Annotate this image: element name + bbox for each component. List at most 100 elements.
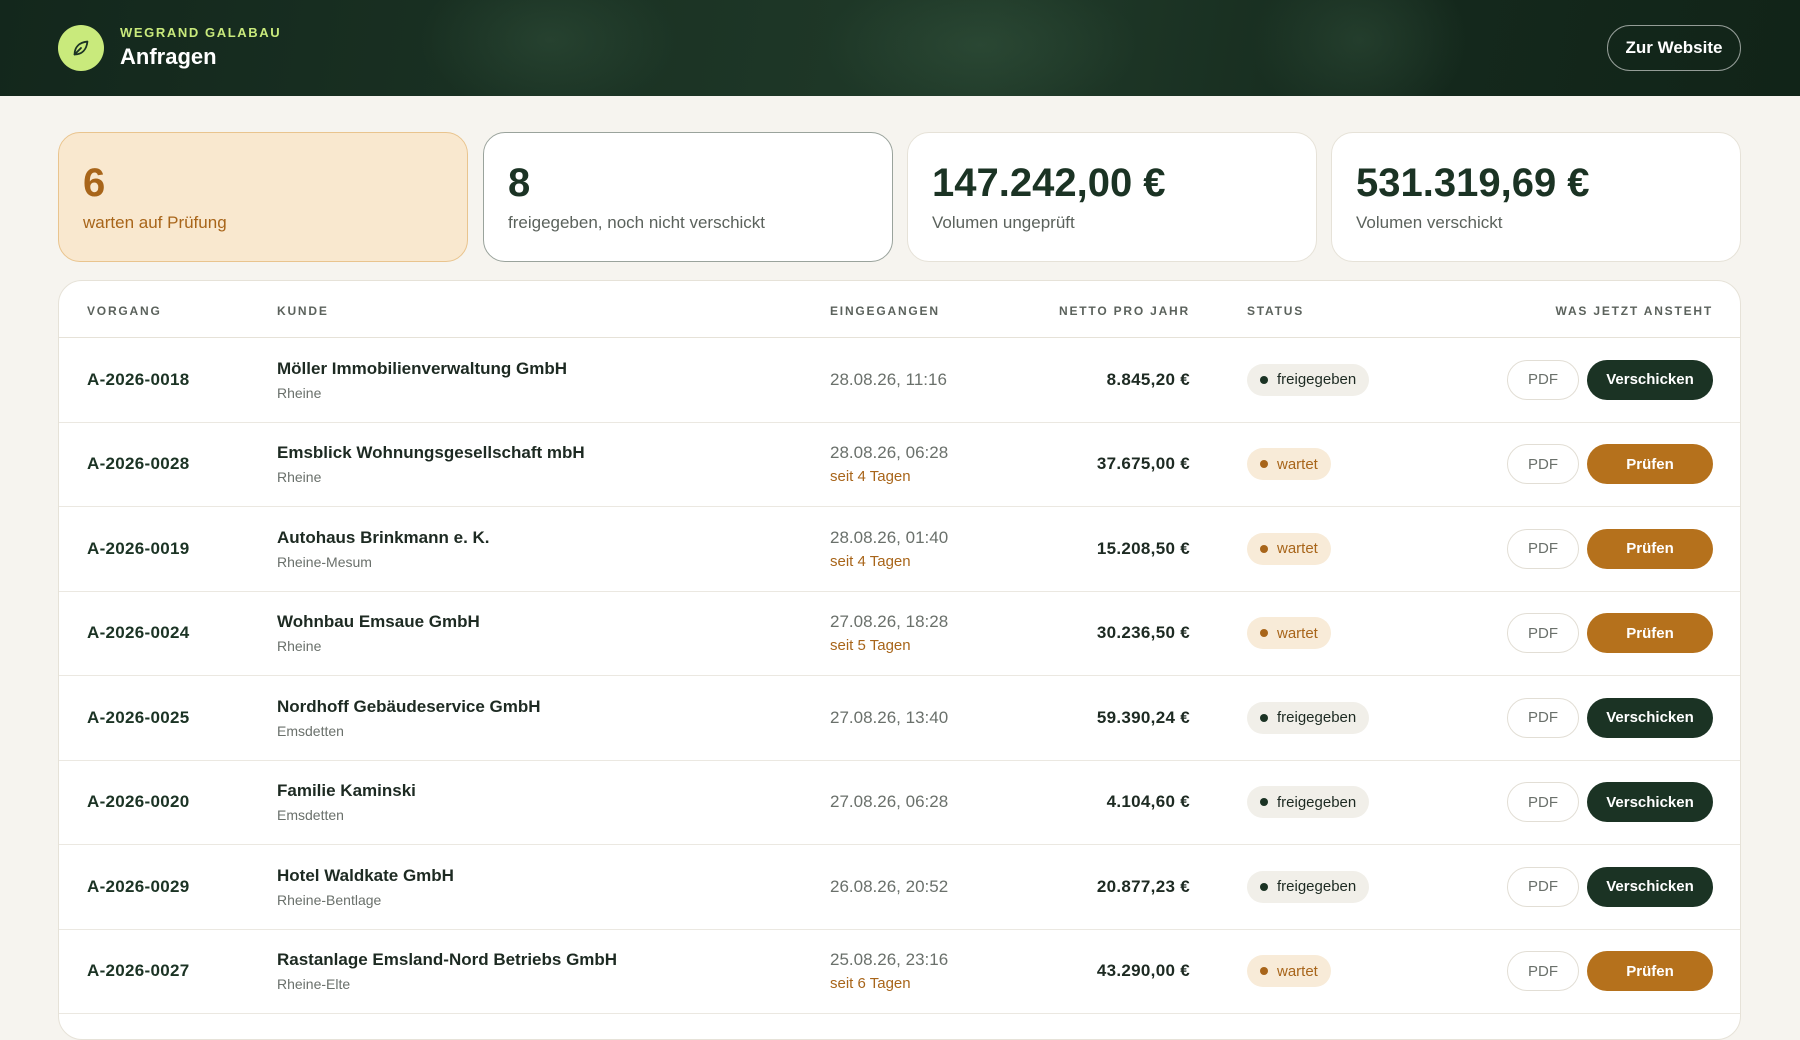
stat-label: Volumen ungeprüft [932, 213, 1075, 232]
pdf-button[interactable]: PDF [1507, 951, 1579, 992]
table-row[interactable]: A-2026-0027 Rastanlage Emsland-Nord Betri… [59, 930, 1740, 1014]
customer-name: Wohnbau Emsaue GmbH [277, 612, 480, 632]
actions-cell: PDF Verschicken [1507, 761, 1713, 845]
received-cell: 28.08.26, 01:40 seit 4 Tagen [830, 507, 948, 591]
request-id[interactable]: A-2026-0020 [87, 761, 190, 845]
net-amount: 8.845,20 € [1106, 369, 1190, 389]
waiting-since: seit 4 Tagen [830, 552, 911, 570]
net-amount: 4.104,60 € [1106, 792, 1190, 812]
website-button[interactable]: Zur Website [1607, 25, 1741, 71]
column-header-status[interactable]: STATUS [1247, 304, 1304, 318]
customer-name: Emsblick Wohnungsgesellschaft mbH [277, 443, 585, 463]
customer-cell: Rastanlage Emsland-Nord Betriebs GmbH Rhe… [277, 930, 617, 1014]
check-button[interactable]: Prüfen [1587, 613, 1713, 654]
column-header-kunde[interactable]: KUNDE [277, 304, 329, 318]
table-row[interactable]: A-2026-0024 Wohnbau Emsaue GmbH Rheine 27.0… [59, 592, 1740, 676]
request-id[interactable]: A-2026-0028 [87, 423, 190, 507]
request-id[interactable]: A-2026-0019 [87, 507, 190, 591]
status-badge: freigegeben [1247, 363, 1370, 396]
request-id[interactable]: A-2026-0018 [87, 338, 190, 422]
status-badge: wartet [1247, 955, 1331, 988]
request-id[interactable]: A-2026-0029 [87, 845, 190, 929]
received-cell: 27.08.26, 18:28 seit 5 Tagen [830, 592, 948, 676]
pdf-button[interactable]: PDF [1507, 528, 1579, 569]
page-title: Anfragen [120, 44, 217, 69]
status-text: freigegeben [1277, 793, 1357, 811]
actions-cell: PDF Prüfen [1507, 507, 1713, 591]
column-header-aktion: WAS JETZT ANSTEHT [1555, 304, 1713, 318]
stat-card-approved[interactable]: 8 freigegeben, noch nicht verschickt [483, 132, 893, 262]
send-button[interactable]: Verschicken [1587, 697, 1713, 738]
customer-location: Rheine-Bentlage [277, 891, 382, 908]
request-id[interactable]: A-2026-0025 [87, 676, 190, 760]
status-text: wartet [1277, 624, 1318, 642]
send-button[interactable]: Verschicken [1587, 782, 1713, 823]
actions-cell: PDF Prüfen [1507, 423, 1713, 507]
pdf-button[interactable]: PDF [1507, 613, 1579, 654]
top-header: WEGRAND GALABAU Anfragen Zur Website [0, 0, 1800, 96]
check-button[interactable]: Prüfen [1587, 528, 1713, 569]
stat-value: 531.319,69 € [1356, 161, 1590, 205]
status-cell: wartet [1247, 592, 1331, 676]
requests-table: VORGANG KUNDE EINGEGANGEN NETTO PRO JAHR… [58, 280, 1741, 1040]
status-dot-icon [1260, 967, 1268, 976]
table-row[interactable]: A-2026-0020 Familie Kaminski Emsdetten 27.0… [59, 761, 1740, 845]
net-amount: 15.208,50 € [1096, 538, 1190, 558]
status-text: freigegeben [1277, 709, 1357, 727]
customer-name: Nordhoff Gebäudeservice GmbH [277, 696, 541, 716]
send-button[interactable]: Verschicken [1587, 359, 1713, 400]
column-header-netto[interactable]: NETTO PRO JAHR [1059, 304, 1190, 318]
pdf-button[interactable]: PDF [1507, 697, 1579, 738]
status-cell: wartet [1247, 507, 1331, 591]
table-row[interactable]: A-2026-0025 Nordhoff Gebäudeservice GmbH E… [59, 676, 1740, 761]
table-row[interactable]: A-2026-0018 Möller Immobilienverwaltung G… [59, 338, 1740, 423]
customer-name: Familie Kaminski [277, 781, 416, 801]
status-text: wartet [1277, 455, 1318, 473]
status-dot-icon [1260, 882, 1268, 891]
customer-location: Rheine [277, 638, 322, 655]
net-amount: 43.290,00 € [1096, 961, 1190, 981]
leaf-icon[interactable] [58, 25, 104, 71]
status-dot-icon [1260, 798, 1268, 807]
actions-cell: PDF Verschicken [1507, 845, 1713, 929]
status-badge: wartet [1247, 617, 1331, 650]
customer-cell: Hotel Waldkate GmbH Rheine-Bentlage [277, 845, 454, 929]
net-amount: 20.877,23 € [1096, 876, 1190, 896]
status-cell: freigegeben [1247, 338, 1370, 422]
request-id[interactable]: A-2026-0024 [87, 592, 190, 676]
column-header-eingegangen[interactable]: EINGEGANGEN [830, 304, 940, 318]
customer-name: Autohaus Brinkmann e. K. [277, 527, 490, 547]
table-row[interactable]: A-2026-0029 Hotel Waldkate GmbH Rheine-Ben… [59, 845, 1740, 930]
stat-value: 6 [83, 161, 106, 205]
brand-name: WEGRAND GALABAU [120, 25, 282, 40]
pdf-button[interactable]: PDF [1507, 866, 1579, 907]
table-row[interactable]: A-2026-0028 Emsblick Wohnungsgesellschaft… [59, 423, 1740, 507]
stat-label: Volumen verschickt [1356, 213, 1503, 232]
actions-cell: PDF Verschicken [1507, 676, 1713, 760]
stat-value: 8 [508, 161, 531, 205]
request-id[interactable]: A-2026-0027 [87, 930, 190, 1014]
send-button[interactable]: Verschicken [1587, 866, 1713, 907]
customer-cell: Autohaus Brinkmann e. K. Rheine-Mesum [277, 507, 490, 591]
header-foliage [420, 0, 680, 96]
stat-card-pending[interactable]: 6 warten auf Prüfung [58, 132, 468, 262]
check-button[interactable]: Prüfen [1587, 951, 1713, 992]
header-foliage [1250, 0, 1470, 96]
customer-name: Hotel Waldkate GmbH [277, 865, 454, 885]
received-date: 26.08.26, 20:52 [830, 876, 949, 896]
waiting-since: seit 4 Tagen [830, 468, 911, 486]
status-cell: wartet [1247, 930, 1331, 1014]
customer-location: Emsdetten [277, 722, 344, 739]
column-header-vorgang[interactable]: VORGANG [87, 304, 162, 318]
pdf-button[interactable]: PDF [1507, 444, 1579, 485]
status-dot-icon [1260, 544, 1268, 553]
customer-location: Rheine-Mesum [277, 553, 372, 570]
received-date: 28.08.26, 01:40 [830, 527, 949, 547]
check-button[interactable]: Prüfen [1587, 444, 1713, 485]
received-date: 27.08.26, 13:40 [830, 707, 949, 727]
table-row[interactable]: A-2026-0019 Autohaus Brinkmann e. K. Rhein… [59, 507, 1740, 592]
received-cell: 28.08.26, 11:16 [830, 338, 947, 422]
pdf-button[interactable]: PDF [1507, 359, 1579, 400]
pdf-button[interactable]: PDF [1507, 782, 1579, 823]
status-badge: wartet [1247, 448, 1331, 481]
